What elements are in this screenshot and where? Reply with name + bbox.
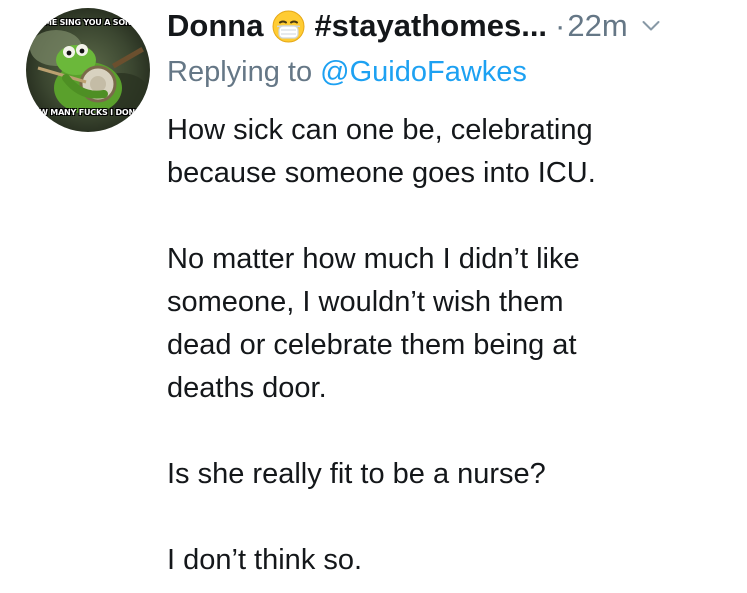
name-hashtag-handle[interactable]: #stayathomes... [314, 4, 547, 48]
chevron-down-icon[interactable] [642, 20, 660, 32]
reply-mention-link[interactable]: @GuidoFawkes [320, 56, 527, 88]
avatar[interactable]: LET ME SING YOU A SONG OF HOW MANY FUCKS… [26, 8, 150, 132]
tweet-paragraph: No matter how much I didn’t like someone… [167, 243, 580, 404]
timestamp[interactable]: 22m [567, 4, 627, 48]
tweet-paragraph: I don’t think so. [167, 544, 363, 576]
separator-dot: · [555, 8, 566, 43]
display-name[interactable]: Donna [167, 4, 263, 48]
avatar-caption-top: LET ME SING YOU A SONG OF [26, 18, 150, 27]
replying-to: Replying to @GuidoFawkes [167, 52, 527, 92]
tweet-paragraph: How sick can one be, celebrating because… [167, 114, 596, 189]
avatar-caption-bottom: HOW MANY FUCKS I DON'T GIVE [26, 108, 150, 117]
tweet-text: How sick can one be, celebrating because… [167, 109, 737, 582]
tweet-paragraph: Is she really fit to be a nurse? [167, 458, 546, 490]
face-with-medical-mask-icon [272, 10, 305, 43]
tweet-header: Donna #stayathomes... · 22m [167, 4, 660, 48]
replying-to-label: Replying to [167, 56, 313, 88]
tweet[interactable]: LET ME SING YOU A SONG OF HOW MANY FUCKS… [0, 0, 747, 593]
